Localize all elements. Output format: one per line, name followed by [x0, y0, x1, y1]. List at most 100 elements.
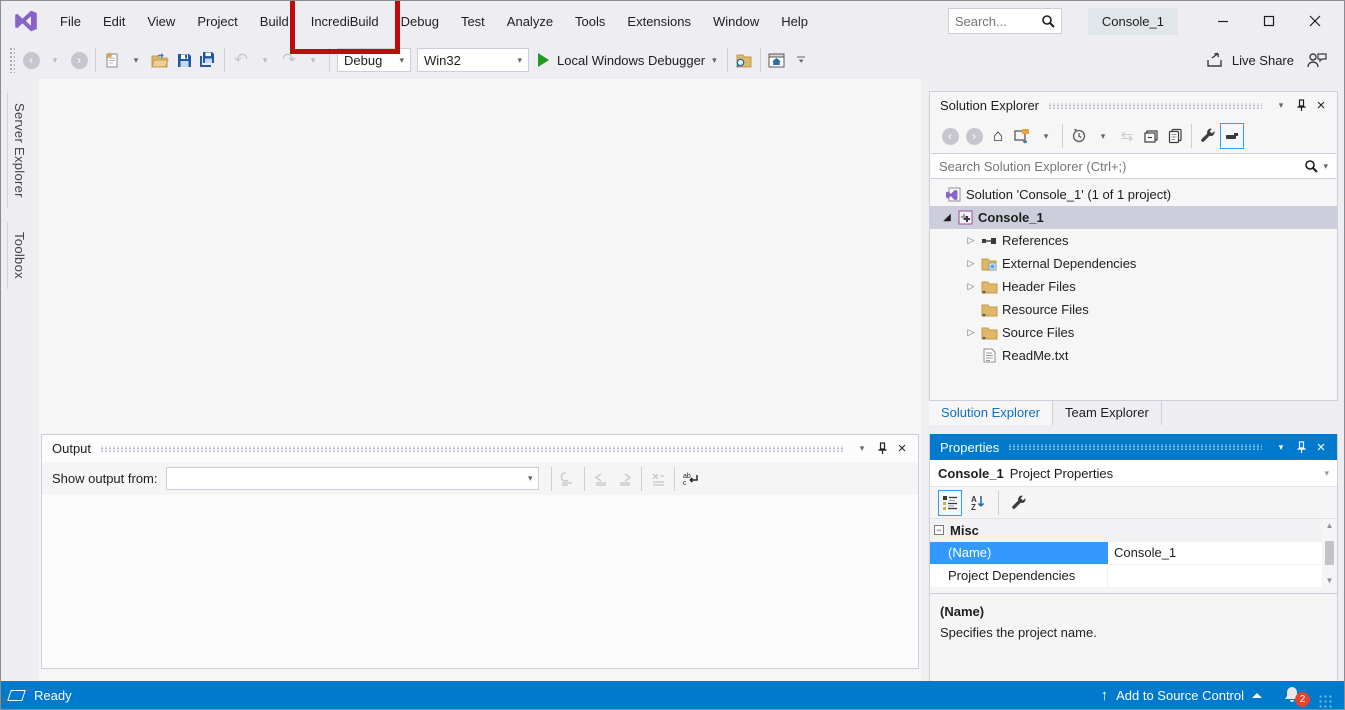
navigate-back-button[interactable]: ‹ — [19, 47, 43, 73]
menu-analyze[interactable]: Analyze — [496, 1, 564, 41]
alphabetical-sort-button[interactable]: AZ — [966, 490, 990, 516]
quick-search-box[interactable] — [948, 8, 1062, 34]
clear-all-button[interactable] — [646, 466, 670, 492]
menu-view[interactable]: View — [136, 1, 186, 41]
navigate-forward-button[interactable]: › — [67, 47, 91, 73]
tree-item-header-files[interactable]: ▷ Header Files — [930, 275, 1337, 298]
close-button[interactable] — [1292, 1, 1338, 41]
new-project-dropdown[interactable]: ▾ — [124, 47, 148, 73]
tree-item-references[interactable]: ▷ References — [930, 229, 1337, 252]
resize-grip[interactable] — [1318, 694, 1332, 708]
quick-search-input[interactable] — [955, 14, 1041, 29]
toolbox-tab[interactable]: Toolbox — [7, 222, 31, 289]
close-panel-button[interactable]: × — [1311, 97, 1331, 115]
output-source-combobox[interactable]: ▾ — [166, 467, 539, 490]
expander-collapsed-icon[interactable]: ▷ — [964, 258, 978, 269]
panel-drag-texture[interactable] — [1048, 103, 1262, 109]
se-properties-button[interactable] — [1196, 123, 1220, 149]
solution-explorer-search-input[interactable] — [939, 159, 1304, 174]
collapse-category-icon[interactable]: − — [934, 525, 944, 535]
team-explorer-bottom-tab[interactable]: Team Explorer — [1053, 401, 1162, 425]
properties-object-selector[interactable]: Console_1 Project Properties ▾ — [930, 460, 1337, 487]
switch-views-button[interactable] — [1010, 123, 1034, 149]
filter-dropdown[interactable]: ▾ — [1091, 123, 1115, 149]
close-panel-button[interactable]: × — [1311, 438, 1331, 456]
property-value-cell[interactable] — [1108, 565, 1337, 587]
property-name-cell[interactable]: Project Dependencies — [930, 565, 1108, 587]
property-value-cell[interactable]: Console_1 — [1108, 542, 1337, 564]
tree-item-source-files[interactable]: ▷ Source Files — [930, 321, 1337, 344]
background-tasks-icon[interactable] — [7, 690, 26, 701]
toolbar-overflow-button[interactable] — [789, 47, 813, 73]
menu-tools[interactable]: Tools — [564, 1, 616, 41]
solution-explorer-header[interactable]: Solution Explorer ▾ × — [930, 92, 1337, 119]
switch-views-dropdown[interactable]: ▾ — [1034, 123, 1058, 149]
output-content[interactable] — [42, 495, 918, 665]
server-explorer-tab[interactable]: Server Explorer — [7, 93, 31, 208]
pin-button[interactable] — [872, 440, 892, 458]
notifications-button[interactable]: 2 — [1282, 685, 1304, 705]
previous-message-button[interactable] — [589, 466, 613, 492]
property-pages-button[interactable] — [1007, 490, 1031, 516]
minimize-button[interactable] — [1200, 1, 1246, 41]
menu-debug[interactable]: Debug — [390, 1, 450, 41]
properties-header[interactable]: Properties ▾ × — [930, 434, 1337, 460]
solution-explorer-bottom-tab[interactable]: Solution Explorer — [929, 401, 1053, 425]
panel-drag-texture[interactable] — [100, 446, 843, 452]
tree-item-resource-files[interactable]: Resource Files — [930, 298, 1337, 321]
expander-collapsed-icon[interactable]: ▷ — [964, 327, 978, 338]
categorized-button[interactable] — [938, 490, 962, 516]
panel-drag-texture[interactable] — [1008, 444, 1262, 450]
tree-item-readme[interactable]: ReadMe.txt — [930, 344, 1337, 367]
solution-platform-combobox[interactable]: Win32▾ — [417, 48, 529, 72]
menu-file[interactable]: File — [49, 1, 92, 41]
toolbar-grip[interactable] — [9, 47, 15, 73]
se-home-button[interactable]: ⌂ — [986, 123, 1010, 149]
scroll-down-icon[interactable]: ▼ — [1326, 576, 1334, 585]
maximize-button[interactable] — [1246, 1, 1292, 41]
menu-test[interactable]: Test — [450, 1, 496, 41]
find-in-files-button[interactable] — [732, 47, 756, 73]
toggle-word-wrap-button[interactable]: abc — [679, 466, 703, 492]
property-grid-scrollbar[interactable]: ▲ ▼ — [1322, 519, 1337, 587]
tree-item-solution[interactable]: Solution 'Console_1' (1 of 1 project) — [930, 183, 1337, 206]
start-debugging-button[interactable]: Local Windows Debugger ▾ — [532, 47, 723, 73]
show-all-files-button[interactable] — [1163, 123, 1187, 149]
tree-item-console-1[interactable]: ◢ Console_1 — [930, 206, 1337, 229]
save-all-button[interactable] — [196, 47, 220, 73]
pin-button[interactable] — [1291, 438, 1311, 456]
solution-explorer-search-box[interactable]: ▾ — [931, 153, 1336, 179]
undo-dropdown[interactable]: ▾ — [253, 47, 277, 73]
next-message-button[interactable] — [613, 466, 637, 492]
collapse-all-button[interactable] — [1139, 123, 1163, 149]
property-row-project-dependencies[interactable]: Project Dependencies — [930, 564, 1337, 587]
category-row-misc[interactable]: − Misc — [930, 519, 1337, 541]
menu-extensions[interactable]: Extensions — [616, 1, 702, 41]
menu-edit[interactable]: Edit — [92, 1, 136, 41]
menu-window[interactable]: Window — [702, 1, 770, 41]
window-position-dropdown[interactable]: ▾ — [1271, 97, 1291, 115]
menu-help[interactable]: Help — [770, 1, 819, 41]
live-share-button[interactable]: Live Share — [1205, 51, 1294, 69]
menu-build[interactable]: Build — [249, 1, 300, 41]
output-panel-header[interactable]: Output ▾ × — [42, 435, 918, 462]
new-project-button[interactable] — [100, 47, 124, 73]
find-message-in-code-button[interactable] — [556, 466, 580, 492]
expander-collapsed-icon[interactable]: ▷ — [964, 235, 978, 246]
scrollbar-thumb[interactable] — [1325, 541, 1334, 565]
pin-button[interactable] — [1291, 97, 1311, 115]
redo-dropdown[interactable]: ▾ — [301, 47, 325, 73]
tree-item-external-dependencies[interactable]: ▷ External Dependencies — [930, 252, 1337, 275]
open-file-button[interactable] — [148, 47, 172, 73]
window-position-dropdown[interactable]: ▾ — [852, 440, 872, 458]
browser-preview-button[interactable] — [765, 47, 789, 73]
se-back-button[interactable]: ‹ — [938, 123, 962, 149]
menu-project[interactable]: Project — [186, 1, 248, 41]
sync-with-active-document-button[interactable]: ⇆ — [1115, 123, 1139, 149]
add-to-source-control-button[interactable]: ↑ Add to Source Control — [1095, 683, 1268, 708]
pending-changes-filter-button[interactable] — [1067, 123, 1091, 149]
redo-button[interactable]: ↷ — [277, 47, 301, 73]
expander-expanded-icon[interactable]: ◢ — [940, 212, 954, 223]
property-name-cell[interactable]: (Name) — [930, 542, 1108, 564]
scroll-up-icon[interactable]: ▲ — [1326, 521, 1334, 530]
